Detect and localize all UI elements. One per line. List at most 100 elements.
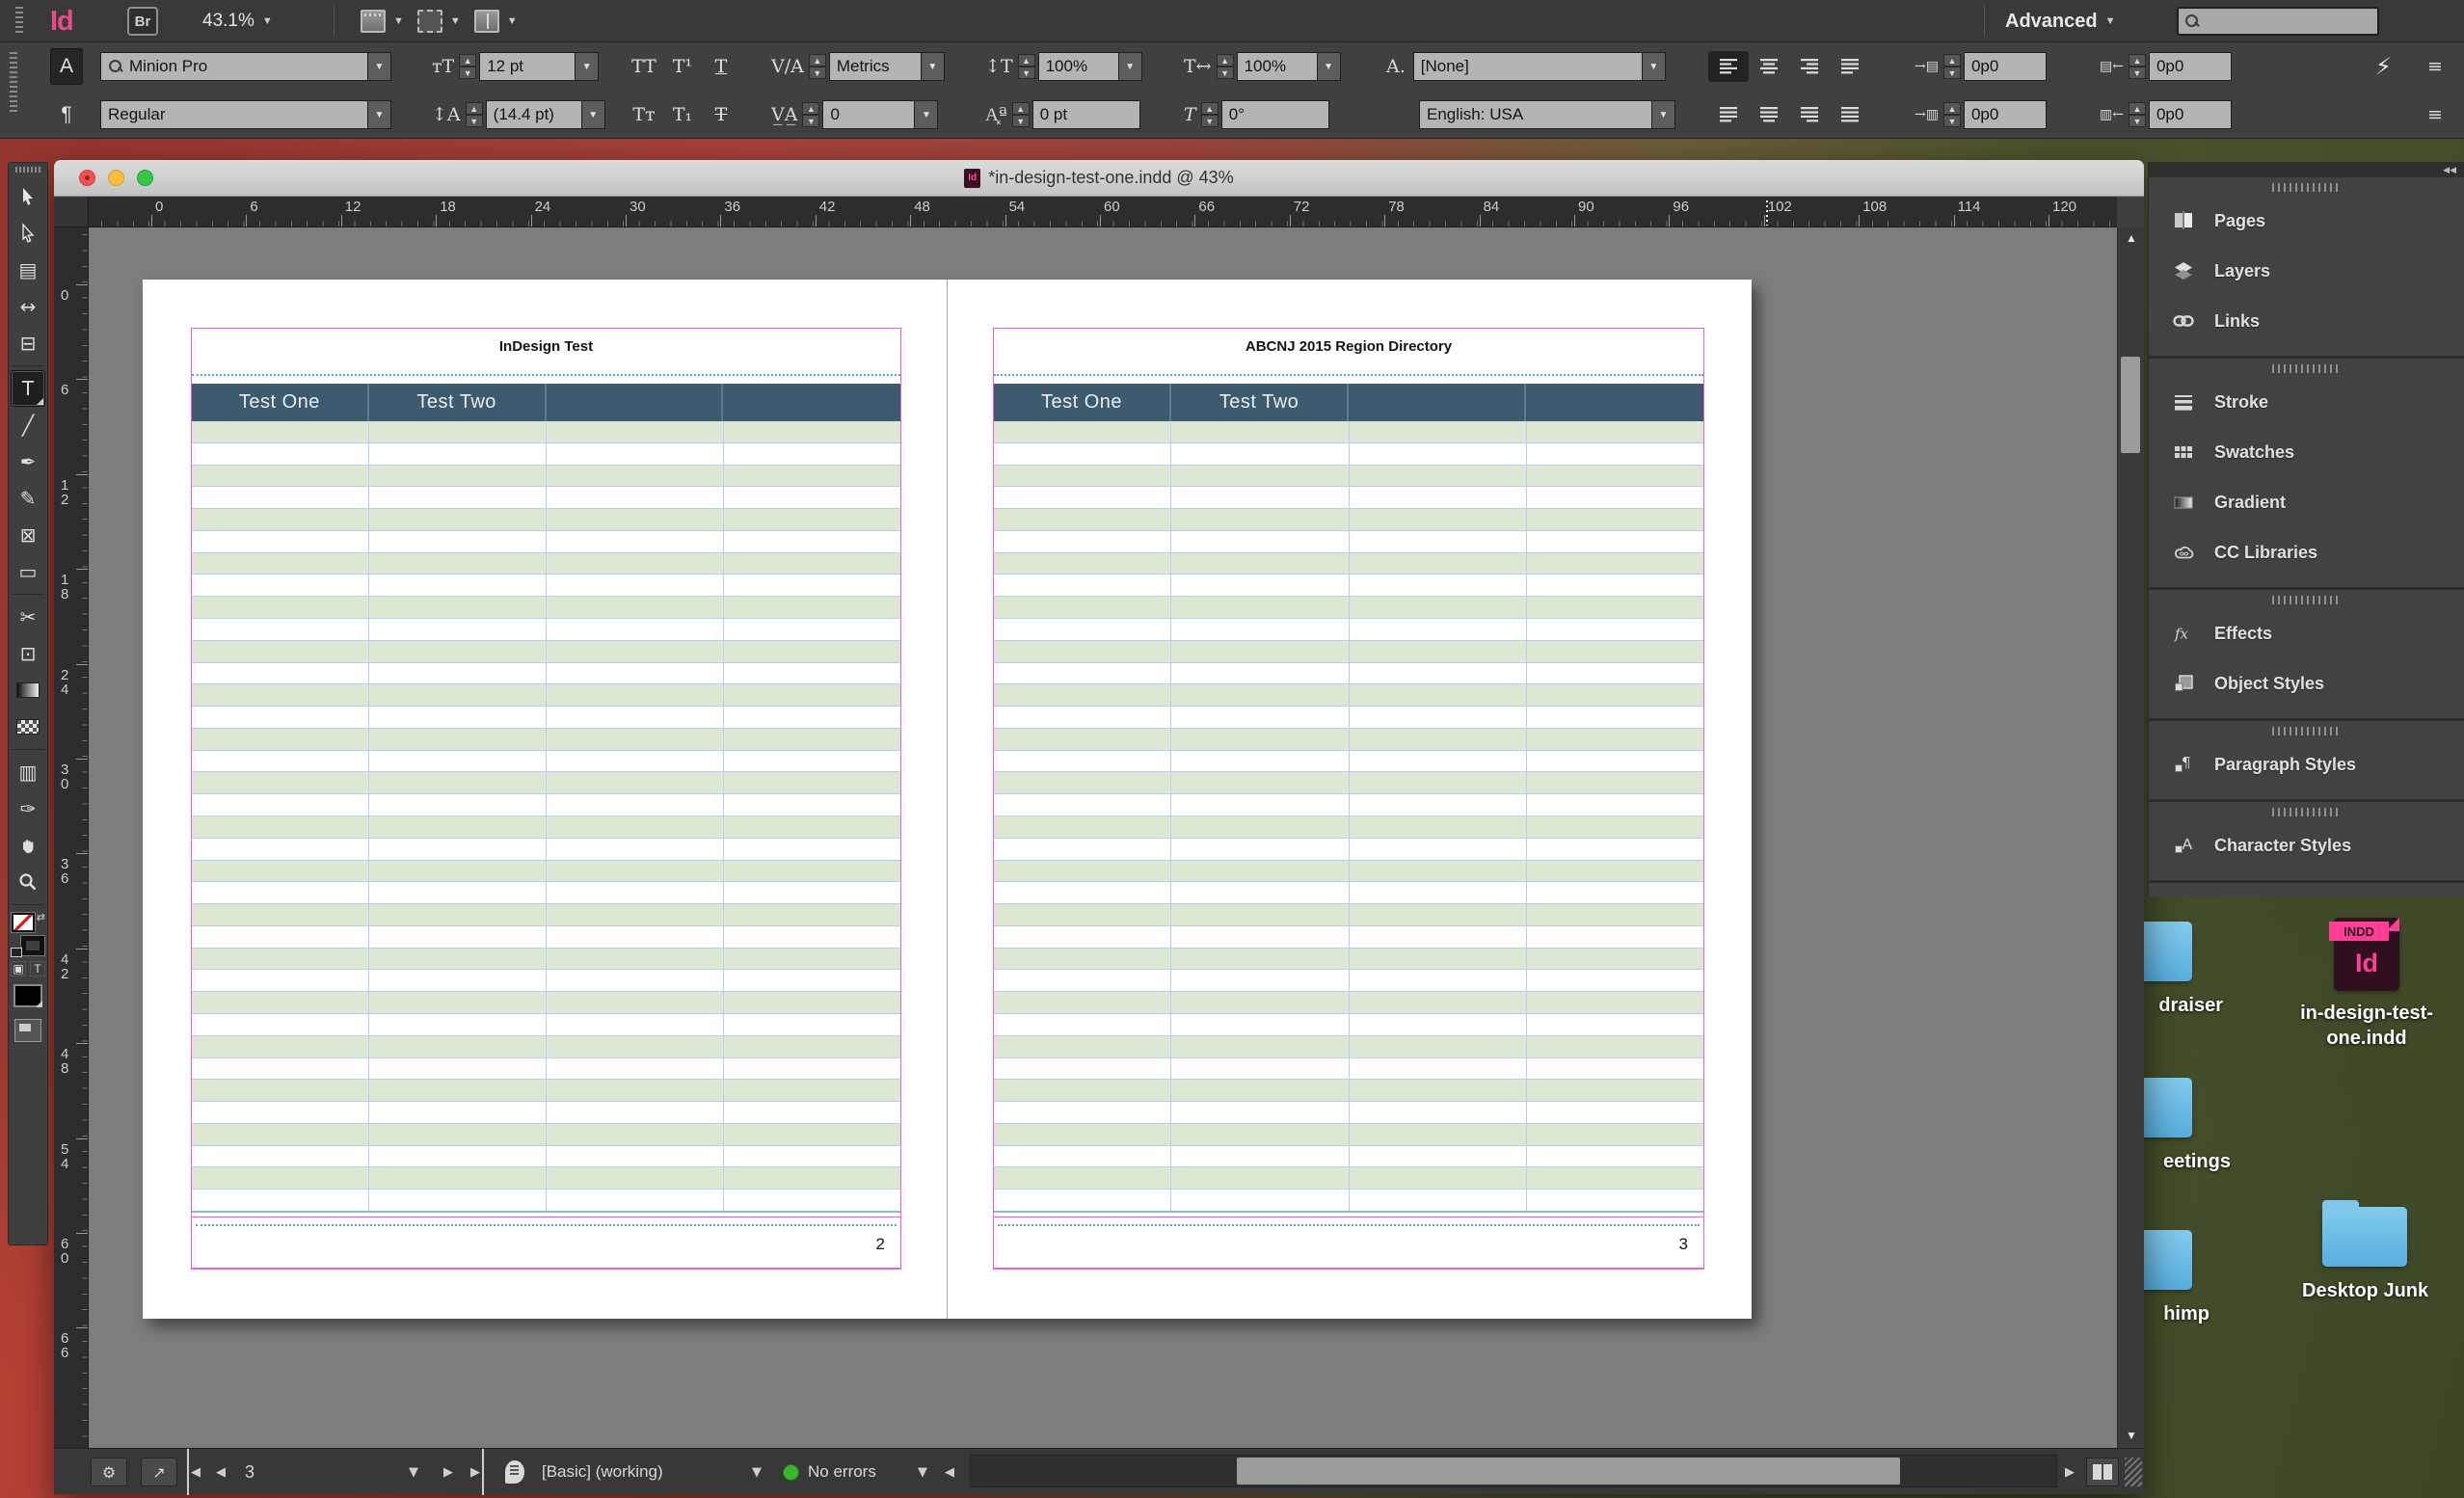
table-cell[interactable] bbox=[724, 1080, 900, 1102]
table-cell[interactable] bbox=[547, 838, 723, 860]
table-cell[interactable] bbox=[369, 925, 546, 948]
frame-tool[interactable]: ⊠ bbox=[11, 517, 45, 553]
baseline-shift-control[interactable]: A͓ª ▲ ▼ 0 pt bbox=[985, 99, 1140, 130]
table-cell[interactable] bbox=[1171, 838, 1349, 860]
table-cell[interactable] bbox=[192, 992, 368, 1013]
table-cell[interactable] bbox=[1349, 707, 1526, 728]
table-cell[interactable] bbox=[1526, 1190, 1703, 1211]
table-cell[interactable] bbox=[547, 421, 723, 442]
table-cell[interactable] bbox=[1171, 465, 1349, 487]
table-cell[interactable] bbox=[547, 1123, 723, 1145]
baseline-shift-stepper[interactable]: ▲ ▼ bbox=[1011, 102, 1030, 127]
table-cell[interactable] bbox=[1526, 1080, 1703, 1102]
table-cell[interactable] bbox=[192, 509, 368, 530]
table-cell[interactable] bbox=[547, 794, 723, 816]
panel-button-gradient[interactable]: Gradient bbox=[2149, 477, 2464, 527]
zoom-level-dropdown[interactable]: 43.1% ▼ bbox=[202, 0, 273, 42]
quick-apply-icon[interactable]: ⚡ bbox=[2375, 53, 2392, 80]
panel-menu-icon[interactable]: ≡ bbox=[2427, 104, 2443, 125]
table-cell[interactable] bbox=[994, 860, 1171, 882]
table-cell[interactable] bbox=[1526, 1014, 1703, 1035]
table-cell[interactable] bbox=[1171, 1145, 1349, 1167]
font-family-combo[interactable]: Minion Pro ▼ bbox=[100, 51, 391, 82]
chevron-down-icon[interactable]: ▼ bbox=[1317, 52, 1341, 81]
table-cell[interactable] bbox=[1171, 772, 1349, 794]
table-cell[interactable] bbox=[724, 619, 900, 640]
right-indent-stepper[interactable]: ▲ ▼ bbox=[2128, 54, 2146, 79]
table-cell[interactable] bbox=[1171, 1190, 1349, 1211]
table-cell[interactable] bbox=[192, 772, 368, 794]
table-cell[interactable] bbox=[192, 1035, 368, 1057]
table-cell[interactable] bbox=[994, 1145, 1171, 1167]
table-cell[interactable] bbox=[369, 882, 546, 904]
underline-button[interactable]: T bbox=[702, 51, 740, 82]
table-cell[interactable] bbox=[1526, 925, 1703, 948]
table-cell[interactable] bbox=[1349, 442, 1526, 465]
table-cell[interactable] bbox=[994, 1080, 1171, 1102]
table-cell[interactable] bbox=[1171, 948, 1349, 970]
table-cell[interactable] bbox=[994, 1014, 1171, 1035]
table-cell[interactable] bbox=[724, 640, 900, 662]
paragraph-formatting-toggle[interactable]: ¶ bbox=[50, 96, 83, 133]
page-dropdown-caret[interactable]: ▼ bbox=[409, 1449, 418, 1495]
next-page-button[interactable]: ▶ bbox=[443, 1449, 453, 1495]
dock-header[interactable]: ◀◀ bbox=[2149, 162, 2464, 177]
table-cell[interactable] bbox=[1171, 794, 1349, 816]
table-cell[interactable] bbox=[994, 465, 1171, 487]
table-cell[interactable] bbox=[192, 794, 368, 816]
table-cell[interactable] bbox=[724, 487, 900, 509]
chevron-down-icon[interactable]: ▼ bbox=[576, 52, 600, 81]
table-cell[interactable] bbox=[547, 948, 723, 970]
table-cell[interactable] bbox=[724, 838, 900, 860]
table-cell[interactable] bbox=[192, 465, 368, 487]
table-cell[interactable] bbox=[1171, 1080, 1349, 1102]
table-cell[interactable] bbox=[1349, 530, 1526, 552]
chevron-down-icon[interactable]: ▼ bbox=[581, 100, 605, 129]
window-resize-grip[interactable] bbox=[2125, 1458, 2142, 1486]
gap-tool[interactable]: ↔ bbox=[11, 288, 45, 325]
table-cell[interactable] bbox=[1349, 487, 1526, 509]
table-cell[interactable] bbox=[369, 1014, 546, 1035]
justify-right-button[interactable] bbox=[1789, 99, 1830, 130]
table-cell[interactable] bbox=[547, 662, 723, 684]
table-cell[interactable] bbox=[724, 925, 900, 948]
table-cell[interactable] bbox=[369, 619, 546, 640]
table-cell[interactable] bbox=[724, 882, 900, 904]
all-caps-button[interactable]: TT bbox=[625, 51, 663, 82]
table-cell[interactable] bbox=[994, 421, 1171, 442]
panel-button-object-styles[interactable]: Object Styles bbox=[2149, 658, 2464, 709]
table-cell[interactable] bbox=[1171, 816, 1349, 838]
table-cell[interactable] bbox=[1526, 487, 1703, 509]
table-cell[interactable] bbox=[1349, 684, 1526, 707]
previous-page-button[interactable]: ◀ bbox=[216, 1449, 226, 1495]
table-cell[interactable] bbox=[994, 552, 1171, 575]
table-cell[interactable] bbox=[369, 707, 546, 728]
superscript-button[interactable]: T¹ bbox=[663, 51, 702, 82]
language-combo[interactable]: English: USA ▼ bbox=[1419, 99, 1675, 130]
tracking-stepper[interactable]: ▲ ▼ bbox=[802, 102, 820, 127]
table-cell[interactable] bbox=[1349, 728, 1526, 750]
table-cell[interactable] bbox=[1526, 904, 1703, 925]
table-cell[interactable] bbox=[369, 552, 546, 575]
appbar-drag-handle[interactable] bbox=[15, 7, 23, 36]
table-cell[interactable] bbox=[994, 992, 1171, 1013]
toolbar-drag-handle[interactable] bbox=[15, 167, 40, 173]
justify-left-button[interactable] bbox=[1708, 99, 1749, 130]
horizontal-scale-control[interactable]: T↔ ▲ ▼ 100% ▼ bbox=[1184, 51, 1341, 82]
table-cell[interactable] bbox=[1171, 728, 1349, 750]
vertical-scroll-thumb[interactable] bbox=[2121, 357, 2140, 453]
table-cell[interactable] bbox=[994, 684, 1171, 707]
preflight-profile-caret[interactable]: ▼ bbox=[752, 1449, 762, 1495]
chevron-down-icon[interactable]: ▼ bbox=[1118, 52, 1142, 81]
table-cell[interactable] bbox=[724, 465, 900, 487]
table-cell[interactable] bbox=[1526, 1102, 1703, 1123]
screen-mode-toggle[interactable] bbox=[14, 1019, 41, 1042]
table-cell[interactable] bbox=[994, 838, 1171, 860]
table-cell[interactable] bbox=[1526, 597, 1703, 618]
table-cell[interactable] bbox=[1526, 421, 1703, 442]
selection-tool[interactable] bbox=[11, 178, 45, 215]
page-2-text-frame[interactable]: InDesign Test Test One Test Two 2 bbox=[191, 328, 901, 1270]
table-cell[interactable] bbox=[1171, 750, 1349, 772]
share-export-button[interactable]: ↗ bbox=[141, 1458, 177, 1486]
panel-button-cc-libraries[interactable]: CC Libraries bbox=[2149, 527, 2464, 577]
